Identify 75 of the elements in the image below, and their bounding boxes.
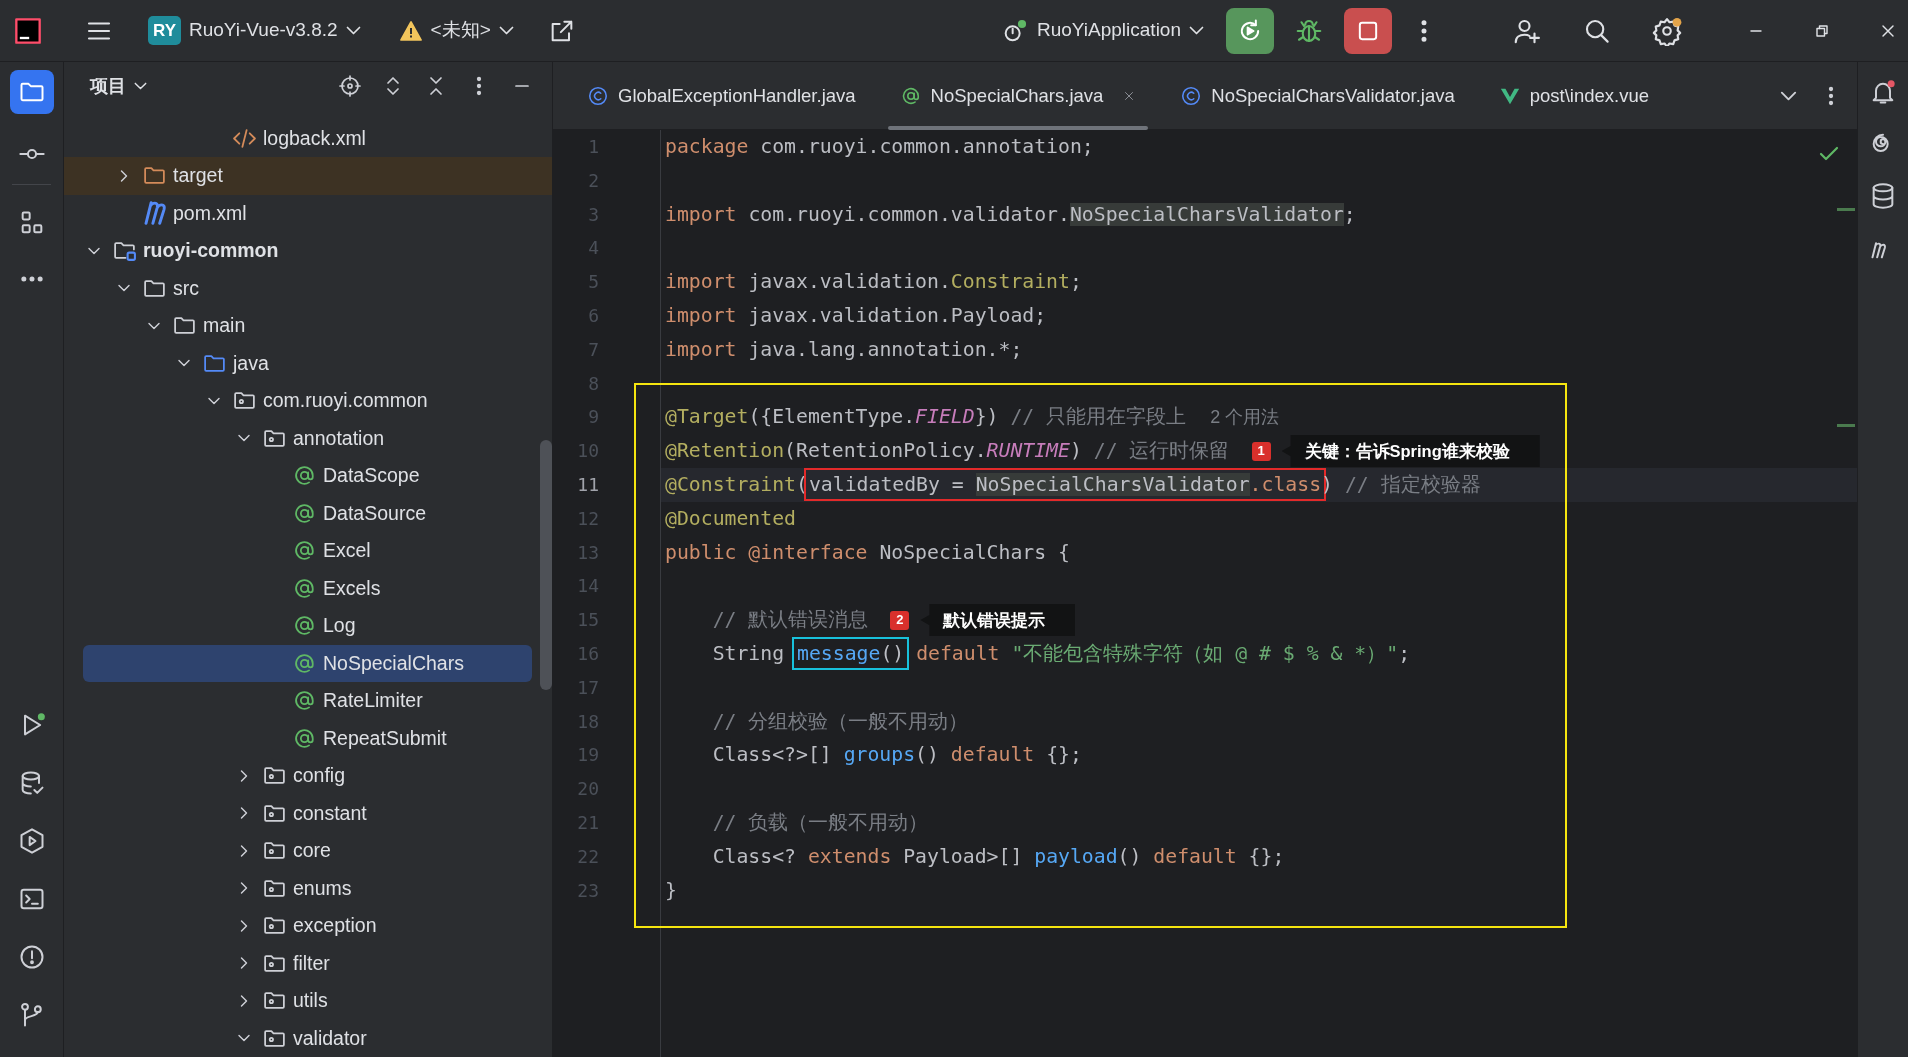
code-line: } — [665, 877, 677, 904]
project-view-selector[interactable]: 项目 — [82, 68, 155, 104]
code-line: @Documented — [665, 505, 796, 532]
editor-tab[interactable]: NoSpecialCharsValidator.java — [1158, 62, 1477, 130]
code-line: public @interface NoSpecialChars { — [665, 539, 1070, 566]
code-line: // 负载（一般不用动） — [711, 810, 929, 836]
usage-hint[interactable]: 2 个用法 — [1210, 403, 1280, 431]
callout-label: 默认错误提示 — [920, 604, 1076, 637]
locate-icon[interactable] — [338, 74, 362, 99]
line-number: 11 — [576, 472, 600, 497]
class-icon — [587, 84, 609, 107]
tree-item[interactable]: logback.xml — [83, 119, 532, 157]
tree-item[interactable]: config — [83, 757, 532, 795]
tree-item[interactable]: target — [64, 157, 552, 195]
callout-badge: 2 — [890, 610, 910, 630]
code-line: String — [711, 641, 786, 667]
tree-item[interactable]: Excels — [83, 569, 532, 607]
tree-item[interactable]: main — [83, 307, 532, 345]
code-line: Class<?>[] groups() default {}; — [711, 742, 1082, 769]
tree-item[interactable]: DataScope — [83, 457, 532, 495]
code-line: package com.ruoyi.common.annotation; — [665, 134, 1094, 161]
code-line: import com.ruoyi.common.validator.NoSpecialCharsValidator; — [665, 201, 1356, 228]
tree-item[interactable]: DataSource — [83, 494, 532, 532]
run-configuration-selector[interactable]: RuoYiApplication — [993, 12, 1212, 49]
change-marker[interactable] — [1837, 208, 1855, 211]
scrollbar-thumb[interactable] — [540, 440, 552, 690]
code-line: @Target({ElementType.FIELD}) // 只能用在字段上 — [665, 404, 1187, 431]
chevron-down-icon — [134, 82, 147, 91]
code-line: import javax.validation.Constraint; — [665, 269, 1082, 296]
editor-tab[interactable]: post\index.vue — [1476, 62, 1672, 130]
warning-icon — [398, 18, 423, 43]
tree-item[interactable]: Excel — [83, 532, 532, 570]
tree-item[interactable]: pom.xml — [83, 194, 532, 232]
change-marker[interactable] — [1837, 424, 1855, 427]
editor-tab[interactable]: GlobalExceptionHandler.java — [565, 62, 878, 130]
vcs-branch-selector[interactable]: <未知> — [390, 12, 522, 49]
code-line: Class<? extends Payload>[] payload() default {}; — [711, 843, 1285, 870]
highlighted-code: message() — [792, 637, 910, 671]
tree-item[interactable]: java — [83, 344, 532, 382]
project-selector[interactable]: RY RuoYi-Vue-v3.8.2 — [140, 11, 369, 50]
tree-item[interactable]: com.ruoyi.common — [83, 382, 532, 420]
chevron-down-icon[interactable] — [1780, 90, 1797, 101]
code-line: @Retention(RetentionPolicy.RUNTIME) // 运行时保留 — [665, 438, 1230, 465]
stop-button[interactable] — [1344, 7, 1392, 54]
tree-item[interactable]: exception — [83, 907, 532, 945]
class-icon — [1180, 84, 1203, 107]
editor-tab[interactable]: NoSpecialChars.java — [877, 62, 1159, 130]
tree-item[interactable]: ruoyi-common — [83, 232, 532, 270]
code-line: import javax.validation.Payload; — [665, 303, 1047, 330]
callout-badge: 1 — [1251, 441, 1271, 461]
tree-item[interactable]: core — [83, 832, 532, 870]
tree-item[interactable]: filter — [83, 944, 532, 982]
code-line: // 默认错误消息 — [711, 607, 869, 634]
tree-item[interactable]: NoSpecialChars — [83, 644, 532, 682]
code-line: default "不能包含特殊字符（如 @ # $ % & *）"; — [915, 641, 1411, 667]
code-line: // 分组校验（一般不用动） — [711, 708, 969, 735]
tree-item[interactable]: utils — [83, 982, 532, 1020]
callout-label: 关键：告诉Spring谁来校验 — [1281, 435, 1540, 468]
app-logo-icon[interactable] — [14, 16, 42, 45]
chevron-down-icon — [345, 26, 361, 35]
tree-item[interactable]: annotation — [83, 419, 532, 457]
code-line: import java.lang.annotation.*; — [665, 336, 1023, 363]
tree-item[interactable]: RepeatSubmit — [83, 719, 532, 757]
chevron-down-icon — [498, 26, 514, 35]
tree-item[interactable]: RateLimiter — [83, 682, 532, 720]
settings-icon[interactable] — [1652, 15, 1682, 46]
tree-item[interactable]: constant — [83, 794, 532, 832]
tree-item[interactable]: validator — [83, 1019, 532, 1057]
tree-item[interactable]: src — [83, 269, 532, 307]
chevron-down-icon — [1189, 26, 1204, 35]
maven-icon — [144, 201, 166, 226]
project-tool-button[interactable] — [9, 70, 54, 114]
tree-item[interactable]: enums — [83, 869, 532, 907]
tree-item[interactable]: Log — [83, 607, 532, 645]
rerun-button[interactable] — [1226, 7, 1274, 54]
